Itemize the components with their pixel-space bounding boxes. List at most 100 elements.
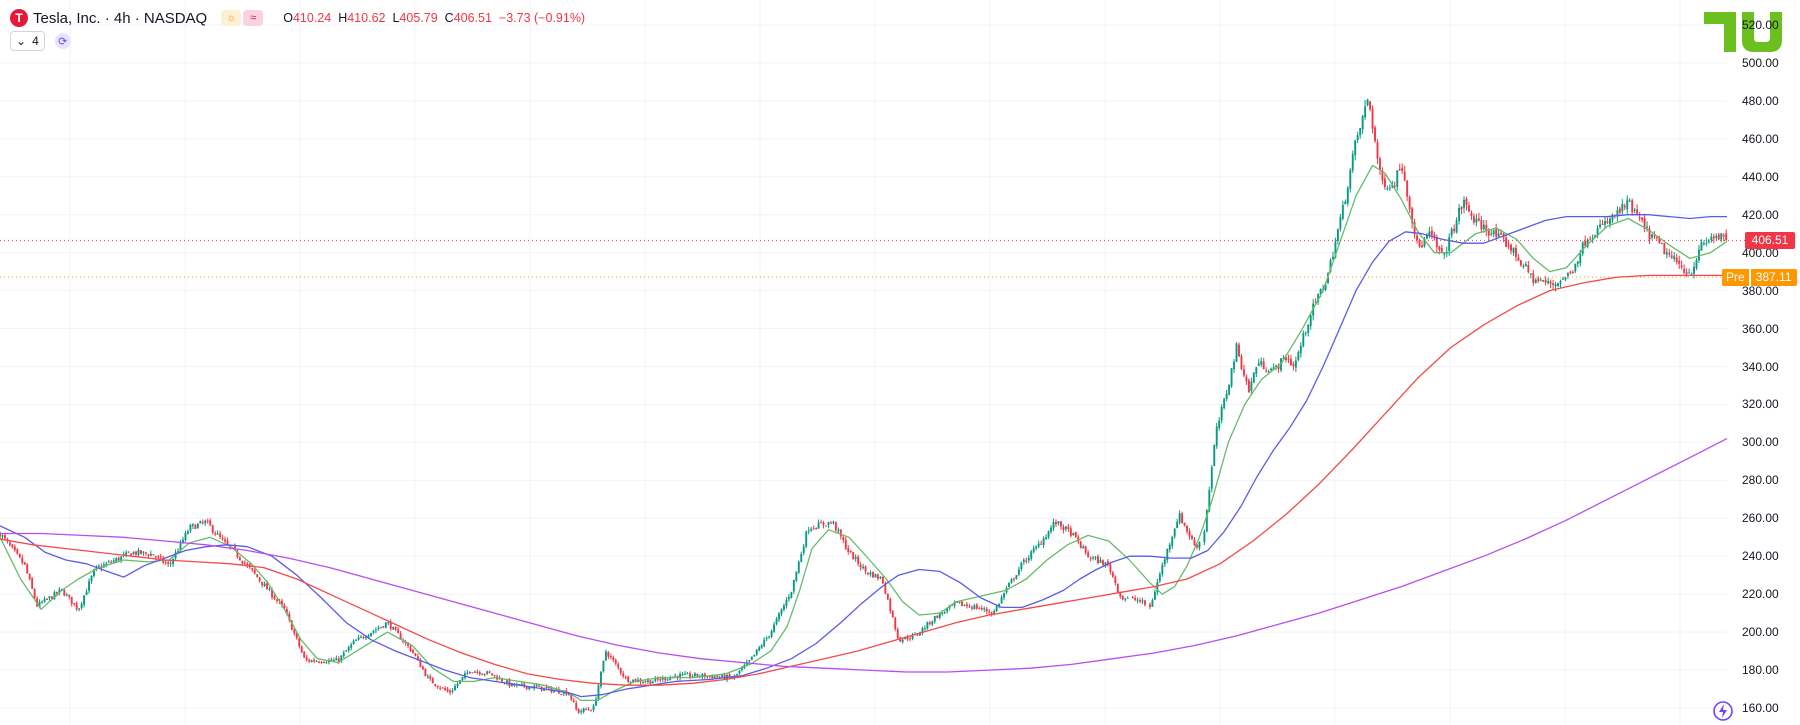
candle-body bbox=[1440, 247, 1443, 253]
candle-body bbox=[439, 687, 442, 689]
candle-body bbox=[1379, 158, 1381, 170]
candle-body bbox=[1455, 220, 1458, 233]
candle-body bbox=[963, 605, 966, 607]
candle-body bbox=[1087, 552, 1090, 558]
candle-body bbox=[48, 596, 51, 599]
price-chart[interactable] bbox=[0, 0, 1800, 725]
candle-body bbox=[590, 710, 593, 712]
candle-body bbox=[787, 596, 790, 600]
candle-body bbox=[1309, 315, 1312, 327]
candle-body bbox=[256, 574, 259, 578]
candle-body bbox=[1495, 228, 1498, 237]
candle-body bbox=[889, 599, 892, 612]
candle-body bbox=[1287, 358, 1290, 360]
candle-body bbox=[1705, 242, 1708, 244]
candle-body bbox=[1257, 363, 1260, 366]
candle-body bbox=[65, 594, 68, 596]
wave-icon[interactable]: ≈ bbox=[243, 10, 264, 26]
candle-body bbox=[63, 589, 66, 596]
candle-body bbox=[780, 609, 783, 614]
candle-body bbox=[931, 621, 934, 625]
candle-body bbox=[1638, 216, 1641, 219]
candle-body bbox=[426, 676, 429, 678]
price-tick-label: 480.00 bbox=[1742, 93, 1779, 108]
candle-body bbox=[172, 558, 175, 564]
candle-body bbox=[1547, 281, 1550, 284]
candle-body bbox=[1529, 273, 1532, 275]
candle-body bbox=[449, 690, 452, 693]
candle-body bbox=[968, 606, 971, 608]
ohlc-open: O410.24 bbox=[283, 11, 332, 25]
candle-body bbox=[189, 524, 192, 531]
candle-body bbox=[1250, 381, 1253, 391]
candle-body bbox=[258, 577, 261, 581]
candle-body bbox=[1067, 526, 1070, 529]
candle-body bbox=[1374, 127, 1376, 142]
candle-body bbox=[1346, 187, 1349, 204]
candle-body bbox=[209, 520, 212, 526]
candle-body bbox=[360, 636, 363, 638]
candle-body bbox=[1242, 369, 1245, 376]
candle-body bbox=[1235, 343, 1238, 362]
candle-body bbox=[881, 576, 884, 584]
candle-body bbox=[1693, 267, 1695, 274]
candle-body bbox=[1292, 364, 1295, 367]
candle-body bbox=[1707, 240, 1710, 242]
candle-body bbox=[896, 629, 899, 639]
lightning-assistant-icon[interactable] bbox=[1712, 700, 1734, 722]
candle-body bbox=[839, 529, 842, 537]
candle-body bbox=[374, 629, 377, 631]
candle-body bbox=[1641, 217, 1644, 220]
candle-body bbox=[55, 592, 58, 594]
price-tick-label: 420.00 bbox=[1742, 207, 1779, 222]
candle-body bbox=[127, 551, 130, 553]
candle-body bbox=[3, 535, 6, 539]
candle-body bbox=[184, 533, 187, 541]
candle-body bbox=[1460, 206, 1463, 210]
candle-body bbox=[1349, 169, 1352, 189]
candle-body bbox=[355, 639, 358, 641]
candle-body bbox=[372, 631, 375, 633]
indicators-toggle-button[interactable]: ⌄ 4 bbox=[10, 31, 45, 51]
candle-body bbox=[1519, 260, 1522, 266]
candle-body bbox=[1361, 115, 1364, 130]
candle-body bbox=[622, 673, 625, 677]
candle-body bbox=[936, 615, 939, 619]
candle-body bbox=[909, 638, 912, 640]
candle-body bbox=[1114, 576, 1117, 583]
candle-body bbox=[958, 601, 961, 603]
candle-body bbox=[221, 537, 224, 540]
candle-body bbox=[80, 603, 83, 609]
candle-body bbox=[1386, 188, 1389, 190]
candle-body bbox=[1302, 333, 1305, 347]
price-tick-label: 360.00 bbox=[1742, 321, 1779, 336]
candle-body bbox=[1688, 272, 1691, 274]
candle-body bbox=[859, 564, 862, 568]
candle-body bbox=[204, 520, 207, 524]
candle-body bbox=[115, 558, 118, 562]
ohlc-close: C406.51 bbox=[444, 11, 492, 25]
candle-body bbox=[140, 550, 142, 554]
candle-body bbox=[421, 666, 424, 670]
candle-body bbox=[1171, 537, 1174, 546]
tesla-logo-icon: T bbox=[10, 9, 28, 27]
last-price-label: 406.51 bbox=[1745, 232, 1795, 250]
symbol-title[interactable]: Tesla, Inc. · 4h · NASDAQ bbox=[33, 10, 207, 27]
candle-body bbox=[1500, 232, 1503, 235]
candle-body bbox=[224, 539, 226, 542]
candle-body bbox=[1252, 372, 1255, 383]
candle-body bbox=[241, 561, 244, 564]
candle-body bbox=[238, 557, 241, 561]
candle-body bbox=[1623, 205, 1626, 208]
ma-long-line bbox=[0, 438, 1728, 673]
candle-body bbox=[689, 673, 691, 678]
candle-body bbox=[1383, 178, 1386, 188]
candle-body bbox=[471, 672, 474, 674]
candle-body bbox=[1262, 361, 1265, 370]
indicators-count: 4 bbox=[32, 34, 39, 48]
candle-body bbox=[842, 536, 845, 541]
sun-icon[interactable]: ☼ bbox=[221, 10, 242, 26]
refresh-icon[interactable]: ⟳ bbox=[54, 33, 71, 49]
candle-body bbox=[867, 572, 869, 575]
candle-body bbox=[1173, 528, 1176, 537]
